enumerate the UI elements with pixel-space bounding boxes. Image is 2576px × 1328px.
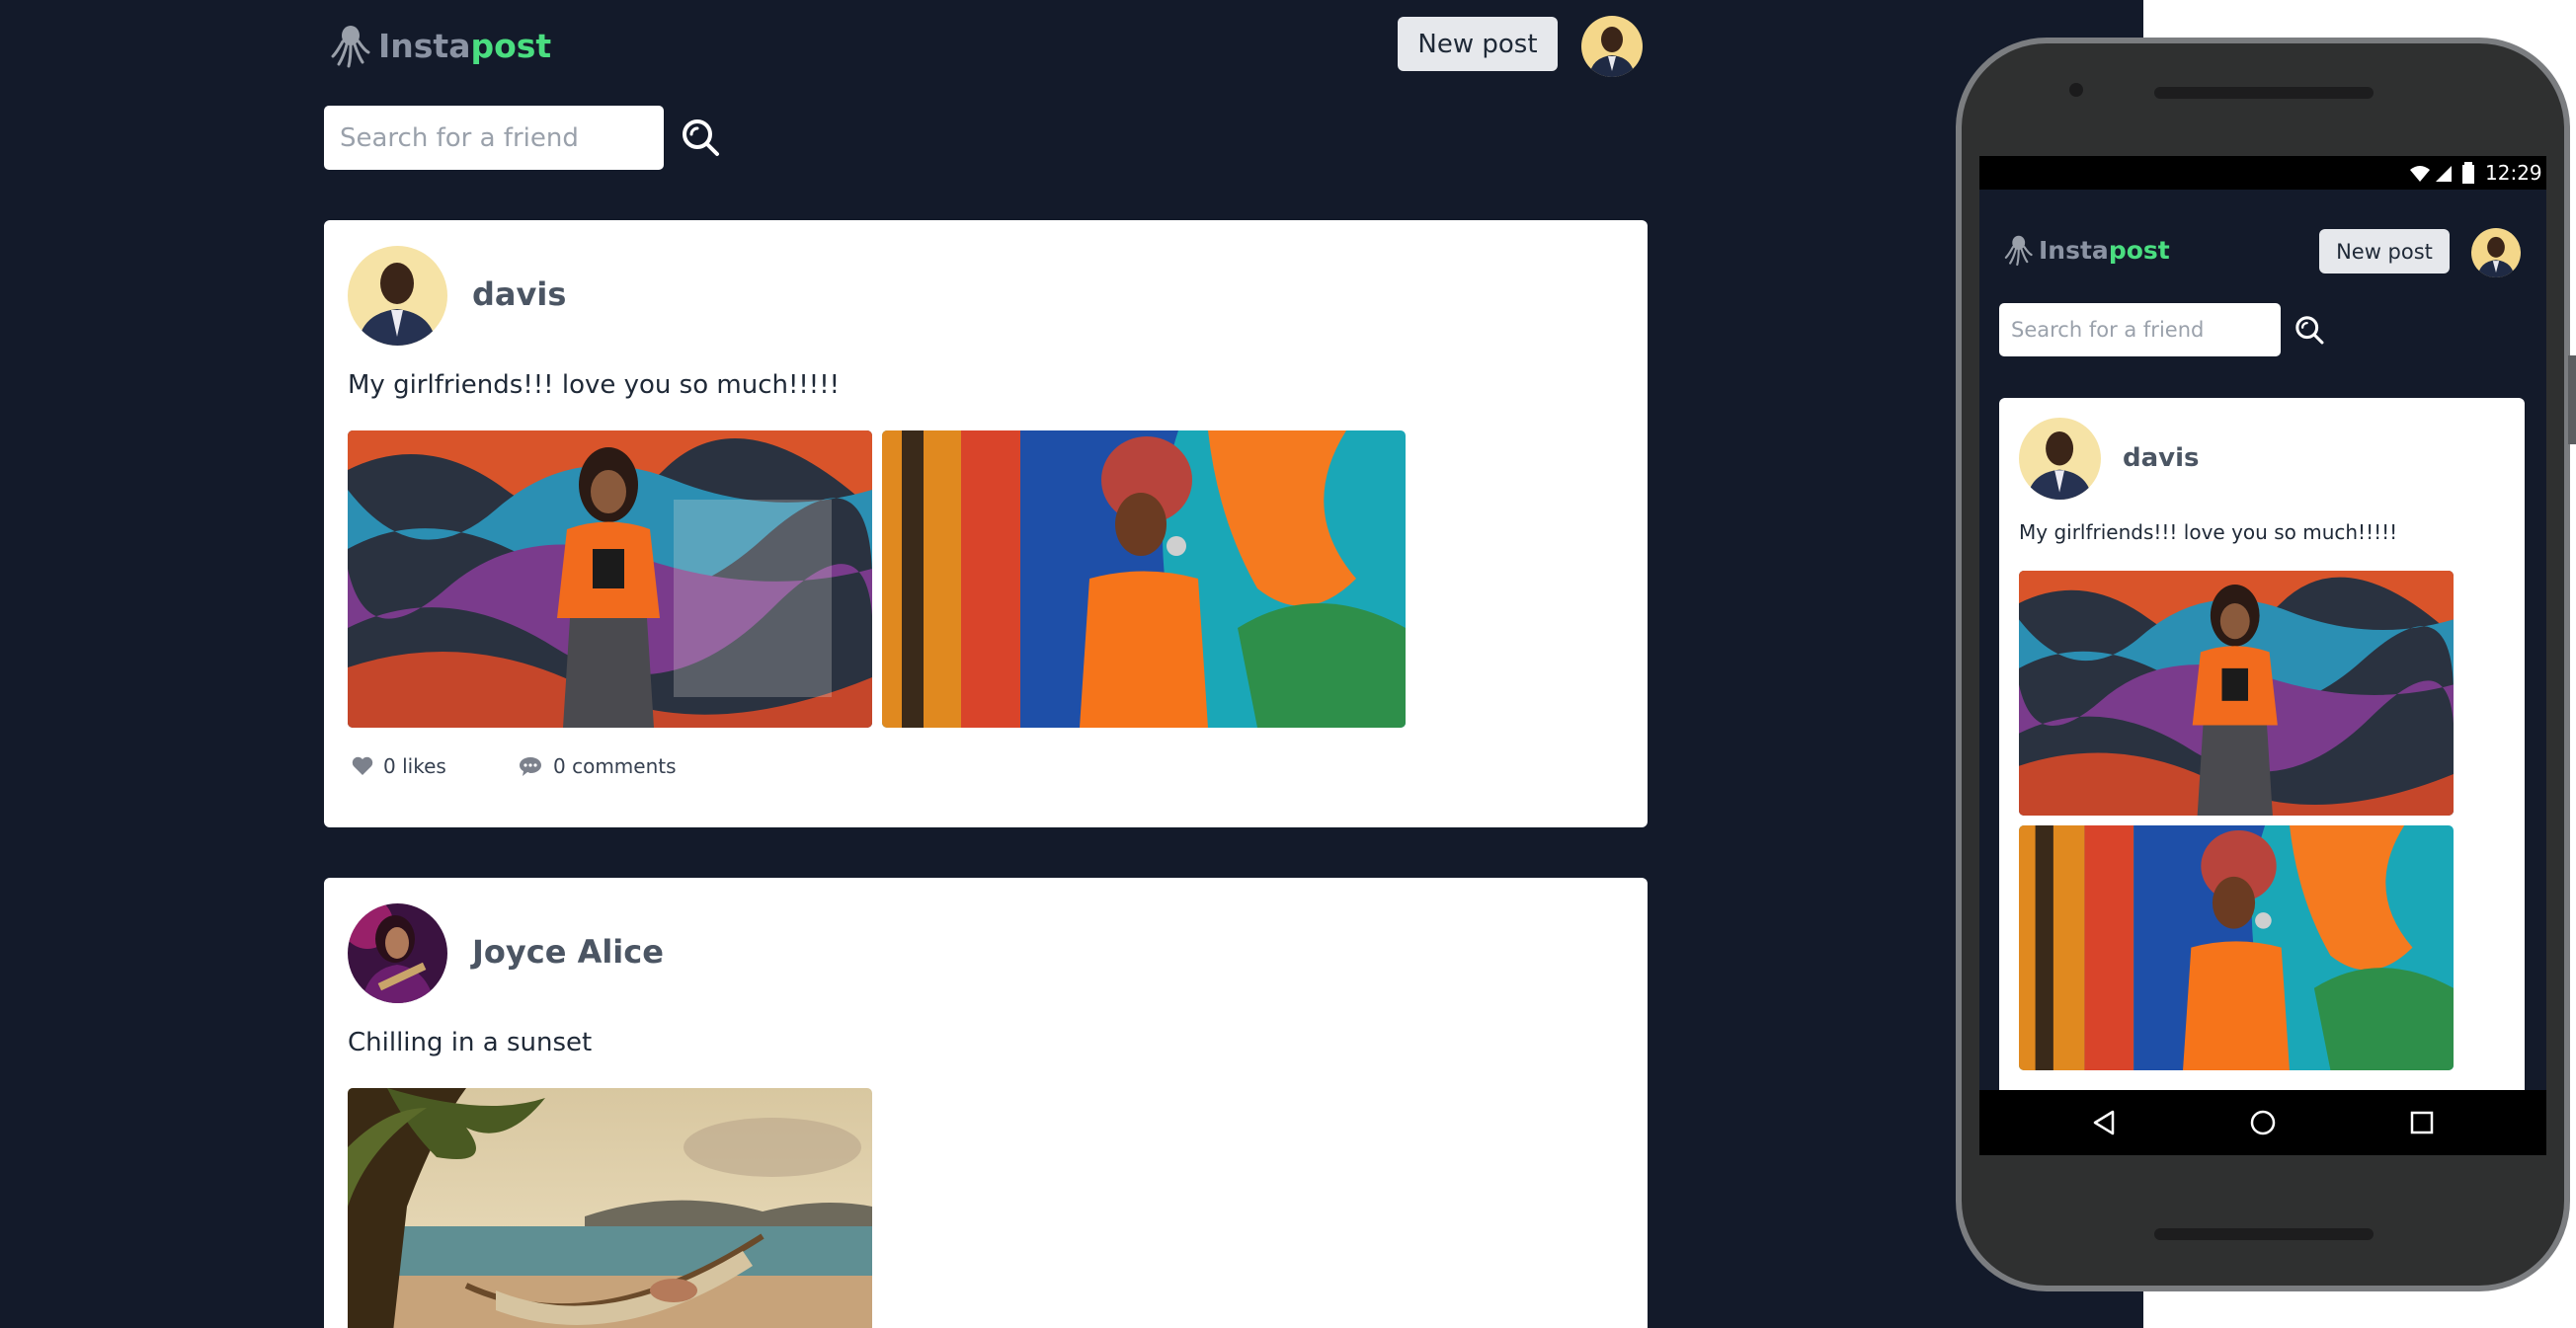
like-button[interactable]: 0 likes xyxy=(352,754,446,778)
post-author-name[interactable]: davis xyxy=(472,275,566,313)
post-image[interactable] xyxy=(348,1088,872,1328)
back-icon[interactable] xyxy=(2091,1109,2117,1136)
phone-camera xyxy=(2069,83,2083,97)
home-icon[interactable] xyxy=(2249,1109,2277,1136)
search-button[interactable] xyxy=(680,117,721,158)
search-icon xyxy=(683,119,719,156)
post-image[interactable] xyxy=(2019,825,2454,1070)
post-card: davis My girlfriends!!! love you so much… xyxy=(324,220,1648,827)
mobile-new-post-button[interactable]: New post xyxy=(2319,229,2450,273)
comment-icon xyxy=(520,757,541,776)
signal-icon xyxy=(2436,166,2452,182)
octopus-logo-icon xyxy=(331,26,370,68)
user-avatar-image xyxy=(1581,16,1643,77)
author-avatar-image xyxy=(348,246,447,346)
phone-speaker xyxy=(2154,87,2374,99)
brand-part1: Insta xyxy=(378,26,471,65)
wifi-icon xyxy=(2410,166,2430,182)
post-image-graphic xyxy=(348,1088,872,1328)
search-input[interactable] xyxy=(324,106,664,170)
search-icon xyxy=(2295,316,2324,345)
user-avatar-image xyxy=(2471,228,2521,277)
recents-icon[interactable] xyxy=(2410,1111,2434,1134)
heart-icon xyxy=(352,756,373,775)
android-nav-bar xyxy=(1979,1090,2546,1155)
post-author-name[interactable]: davis xyxy=(2123,443,2200,473)
logo[interactable]: Insta post xyxy=(329,22,551,69)
post-author-avatar[interactable] xyxy=(348,246,447,346)
battery-icon xyxy=(2462,162,2474,184)
post-card: Joyce Alice Chilling in a sunset xyxy=(324,878,1648,1328)
new-post-button[interactable]: New post xyxy=(1398,17,1558,71)
post-author-avatar[interactable] xyxy=(2019,418,2101,500)
mobile-user-avatar[interactable] xyxy=(2471,228,2521,277)
mobile-search-input[interactable] xyxy=(1999,303,2281,356)
post-image[interactable] xyxy=(882,430,1406,728)
phone-side-button xyxy=(2568,355,2576,444)
post-image-graphic xyxy=(2019,571,2454,816)
brand-part1: Insta xyxy=(2039,235,2109,265)
phone-screen: 12:29 Insta post New post Search for a f… xyxy=(1979,156,2546,1155)
author-avatar-image xyxy=(2019,418,2101,500)
post-image[interactable] xyxy=(2019,571,2454,816)
post-caption: Chilling in a sunset xyxy=(348,1028,593,1057)
post-caption: My girlfriends!!! love you so much!!!!! xyxy=(348,370,841,400)
comments-count: 0 comments xyxy=(553,754,677,778)
status-time: 12:29 xyxy=(2485,161,2542,185)
phone-speaker-bottom xyxy=(2154,1228,2374,1240)
user-avatar[interactable] xyxy=(1581,16,1643,77)
post-image-graphic xyxy=(348,430,872,728)
post-caption: My girlfriends!!! love you so much!!!!! xyxy=(2019,520,2398,544)
post-image[interactable] xyxy=(348,430,872,728)
post-author-name[interactable]: Joyce Alice xyxy=(472,933,664,971)
post-author-avatar[interactable] xyxy=(348,903,447,1003)
mobile-logo[interactable]: Insta post xyxy=(2003,233,2170,267)
mobile-post-card: davis My girlfriends!!! love you so much… xyxy=(1999,398,2525,1109)
brand-part2: post xyxy=(470,26,552,65)
octopus-logo-icon xyxy=(2004,235,2033,267)
post-image-graphic xyxy=(882,430,1406,728)
status-bar: 12:29 xyxy=(1979,156,2546,190)
likes-count: 0 likes xyxy=(383,754,446,778)
comment-button[interactable]: 0 comments xyxy=(518,754,677,778)
author-avatar-image xyxy=(348,903,447,1003)
brand-part2: post xyxy=(2108,235,2170,265)
desktop-app: Instapost New post davis xyxy=(0,0,2143,1328)
mobile-search-button[interactable] xyxy=(2294,314,2325,346)
post-image-graphic xyxy=(2019,825,2454,1070)
